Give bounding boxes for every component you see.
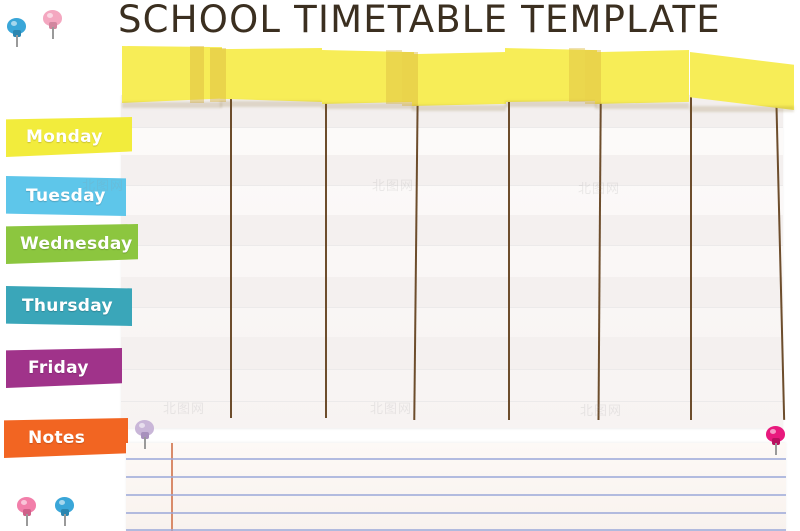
- notes-paper[interactable]: [126, 443, 786, 531]
- flag-string-2: [325, 62, 327, 418]
- day-ribbon-thursday[interactable]: Thursday: [6, 286, 132, 326]
- notes-margin-line: [171, 443, 173, 531]
- day-ribbon-friday[interactable]: Friday: [6, 348, 122, 388]
- flag-2: [210, 48, 322, 107]
- pin-notes-magenta: [763, 426, 789, 456]
- day-label-wednesday: Wednesday: [20, 234, 133, 254]
- notes-ribbon[interactable]: Notes: [4, 418, 128, 458]
- timetable-board: [121, 95, 783, 428]
- notes-rule: [126, 458, 786, 460]
- day-label-friday: Friday: [28, 358, 89, 378]
- flag-5: [505, 48, 597, 107]
- flag-3: [322, 50, 414, 109]
- day-ribbon-tuesday[interactable]: Tuesday: [6, 176, 126, 216]
- flag-string-6: [690, 60, 692, 420]
- notes-rule: [126, 494, 786, 496]
- pin-top-left-blue: [4, 18, 30, 48]
- pin-bottom-pink: [14, 497, 40, 527]
- day-ribbon-monday[interactable]: Monday: [6, 117, 132, 157]
- day-label-monday: Monday: [26, 127, 103, 147]
- flag-7: [690, 52, 794, 112]
- day-label-thursday: Thursday: [22, 296, 113, 316]
- flag-6: [585, 50, 689, 109]
- notes-rule: [126, 512, 786, 514]
- flag-1: [122, 46, 222, 108]
- flag-string-1: [230, 60, 232, 418]
- page-title: SCHOOL TIMETABLE TEMPLATE: [118, 0, 721, 41]
- timetable-template-canvas: SCHOOL TIMETABLE TEMPLATE Monday Tuesday…: [0, 0, 800, 531]
- notes-rule: [126, 476, 786, 478]
- day-label-tuesday: Tuesday: [26, 186, 106, 206]
- flag-4: [402, 52, 506, 111]
- pin-notes-lavender: [132, 420, 158, 450]
- flag-string-4: [508, 60, 510, 420]
- pin-bottom-blue: [52, 497, 78, 527]
- notes-label: Notes: [28, 428, 86, 448]
- notes-rule: [126, 529, 786, 531]
- day-ribbon-wednesday[interactable]: Wednesday: [6, 224, 138, 264]
- pin-top-left-pink: [40, 10, 66, 40]
